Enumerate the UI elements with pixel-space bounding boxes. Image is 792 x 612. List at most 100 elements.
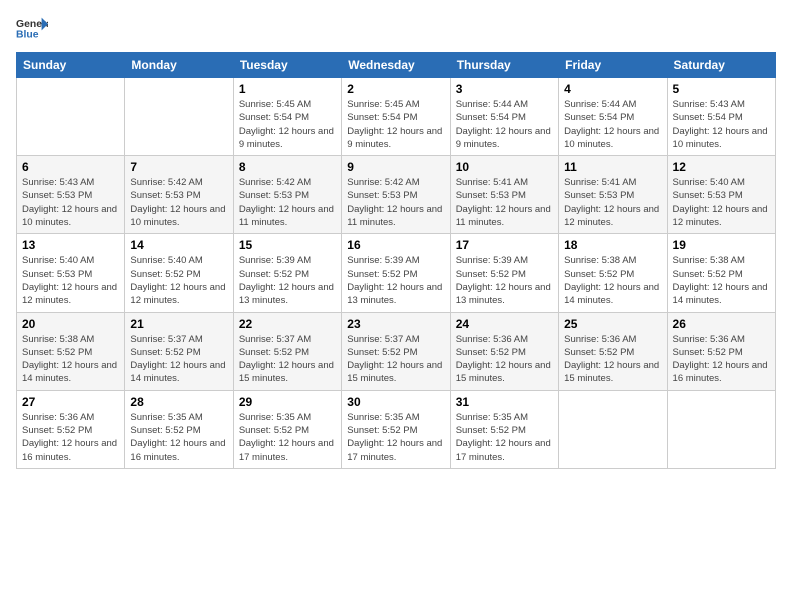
- day-info: Sunrise: 5:36 AM Sunset: 5:52 PM Dayligh…: [456, 333, 553, 386]
- day-info: Sunrise: 5:41 AM Sunset: 5:53 PM Dayligh…: [564, 176, 661, 229]
- day-number: 20: [22, 317, 119, 331]
- logo-icon: General Blue: [16, 16, 48, 44]
- day-info: Sunrise: 5:42 AM Sunset: 5:53 PM Dayligh…: [347, 176, 444, 229]
- day-number: 24: [456, 317, 553, 331]
- weekday-header-monday: Monday: [125, 53, 233, 78]
- day-number: 27: [22, 395, 119, 409]
- calendar-table: SundayMondayTuesdayWednesdayThursdayFrid…: [16, 52, 776, 469]
- day-number: 12: [673, 160, 770, 174]
- day-info: Sunrise: 5:40 AM Sunset: 5:53 PM Dayligh…: [22, 254, 119, 307]
- day-number: 31: [456, 395, 553, 409]
- day-number: 10: [456, 160, 553, 174]
- day-info: Sunrise: 5:37 AM Sunset: 5:52 PM Dayligh…: [239, 333, 336, 386]
- day-number: 17: [456, 238, 553, 252]
- day-number: 9: [347, 160, 444, 174]
- day-info: Sunrise: 5:38 AM Sunset: 5:52 PM Dayligh…: [673, 254, 770, 307]
- calendar-week-row: 13Sunrise: 5:40 AM Sunset: 5:53 PM Dayli…: [17, 234, 776, 312]
- svg-text:Blue: Blue: [16, 30, 39, 41]
- day-number: 30: [347, 395, 444, 409]
- weekday-header-sunday: Sunday: [17, 53, 125, 78]
- calendar-cell: 17 Sunrise: 5:39 AM Sunset: 5:52 PM Dayli…: [450, 234, 558, 312]
- day-info: Sunrise: 5:37 AM Sunset: 5:52 PM Dayligh…: [347, 333, 444, 386]
- day-info: Sunrise: 5:36 AM Sunset: 5:52 PM Dayligh…: [22, 411, 119, 464]
- calendar-cell: [667, 390, 775, 468]
- day-info: Sunrise: 5:42 AM Sunset: 5:53 PM Dayligh…: [239, 176, 336, 229]
- calendar-cell: 20 Sunrise: 5:38 AM Sunset: 5:52 PM Dayli…: [17, 312, 125, 390]
- calendar-week-row: 6 Sunrise: 5:43 AM Sunset: 5:53 PM Daylig…: [17, 156, 776, 234]
- weekday-header-tuesday: Tuesday: [233, 53, 341, 78]
- day-info: Sunrise: 5:36 AM Sunset: 5:52 PM Dayligh…: [673, 333, 770, 386]
- weekday-header-saturday: Saturday: [667, 53, 775, 78]
- weekday-header-friday: Friday: [559, 53, 667, 78]
- day-number: 23: [347, 317, 444, 331]
- calendar-cell: 25 Sunrise: 5:36 AM Sunset: 5:52 PM Dayli…: [559, 312, 667, 390]
- calendar-cell: 19 Sunrise: 5:38 AM Sunset: 5:52 PM Dayli…: [667, 234, 775, 312]
- calendar-cell: 18Sunrise: 5:38 AM Sunset: 5:52 PM Dayli…: [559, 234, 667, 312]
- calendar-week-row: 1 Sunrise: 5:45 AM Sunset: 5:54 PM Daylig…: [17, 78, 776, 156]
- calendar-cell: 10 Sunrise: 5:41 AM Sunset: 5:53 PM Dayli…: [450, 156, 558, 234]
- day-number: 22: [239, 317, 336, 331]
- calendar-cell: 14Sunrise: 5:40 AM Sunset: 5:52 PM Dayli…: [125, 234, 233, 312]
- calendar-cell: 29 Sunrise: 5:35 AM Sunset: 5:52 PM Dayli…: [233, 390, 341, 468]
- day-number: 8: [239, 160, 336, 174]
- day-info: Sunrise: 5:39 AM Sunset: 5:52 PM Dayligh…: [347, 254, 444, 307]
- day-number: 1: [239, 82, 336, 96]
- calendar-cell: 21Sunrise: 5:37 AM Sunset: 5:52 PM Dayli…: [125, 312, 233, 390]
- day-info: Sunrise: 5:35 AM Sunset: 5:52 PM Dayligh…: [347, 411, 444, 464]
- calendar-cell: 24 Sunrise: 5:36 AM Sunset: 5:52 PM Dayli…: [450, 312, 558, 390]
- day-info: Sunrise: 5:40 AM Sunset: 5:52 PM Dayligh…: [130, 254, 227, 307]
- day-number: 25: [564, 317, 661, 331]
- calendar-cell: 22 Sunrise: 5:37 AM Sunset: 5:52 PM Dayli…: [233, 312, 341, 390]
- day-number: 16: [347, 238, 444, 252]
- weekday-header-wednesday: Wednesday: [342, 53, 450, 78]
- calendar-cell: 13Sunrise: 5:40 AM Sunset: 5:53 PM Dayli…: [17, 234, 125, 312]
- calendar-cell: 3 Sunrise: 5:44 AM Sunset: 5:54 PM Daylig…: [450, 78, 558, 156]
- day-number: 29: [239, 395, 336, 409]
- calendar-cell: 30 Sunrise: 5:35 AM Sunset: 5:52 PM Dayli…: [342, 390, 450, 468]
- day-number: 3: [456, 82, 553, 96]
- day-number: 19: [673, 238, 770, 252]
- day-info: Sunrise: 5:36 AM Sunset: 5:52 PM Dayligh…: [564, 333, 661, 386]
- day-info: Sunrise: 5:38 AM Sunset: 5:52 PM Dayligh…: [564, 254, 661, 307]
- day-info: Sunrise: 5:45 AM Sunset: 5:54 PM Dayligh…: [347, 98, 444, 151]
- day-info: Sunrise: 5:41 AM Sunset: 5:53 PM Dayligh…: [456, 176, 553, 229]
- day-info: Sunrise: 5:43 AM Sunset: 5:53 PM Dayligh…: [22, 176, 119, 229]
- day-info: Sunrise: 5:44 AM Sunset: 5:54 PM Dayligh…: [564, 98, 661, 151]
- weekday-header-thursday: Thursday: [450, 53, 558, 78]
- calendar-cell: 16 Sunrise: 5:39 AM Sunset: 5:52 PM Dayli…: [342, 234, 450, 312]
- calendar-cell: 4 Sunrise: 5:44 AM Sunset: 5:54 PM Daylig…: [559, 78, 667, 156]
- calendar-cell: 28 Sunrise: 5:35 AM Sunset: 5:52 PM Dayli…: [125, 390, 233, 468]
- day-number: 15: [239, 238, 336, 252]
- day-info: Sunrise: 5:35 AM Sunset: 5:52 PM Dayligh…: [130, 411, 227, 464]
- day-info: Sunrise: 5:42 AM Sunset: 5:53 PM Dayligh…: [130, 176, 227, 229]
- calendar-cell: [17, 78, 125, 156]
- day-number: 28: [130, 395, 227, 409]
- calendar-cell: 2 Sunrise: 5:45 AM Sunset: 5:54 PM Daylig…: [342, 78, 450, 156]
- calendar-cell: 26Sunrise: 5:36 AM Sunset: 5:52 PM Dayli…: [667, 312, 775, 390]
- header: General Blue: [16, 16, 776, 44]
- calendar-cell: [559, 390, 667, 468]
- calendar-cell: 11Sunrise: 5:41 AM Sunset: 5:53 PM Dayli…: [559, 156, 667, 234]
- day-info: Sunrise: 5:45 AM Sunset: 5:54 PM Dayligh…: [239, 98, 336, 151]
- day-info: Sunrise: 5:39 AM Sunset: 5:52 PM Dayligh…: [239, 254, 336, 307]
- day-info: Sunrise: 5:44 AM Sunset: 5:54 PM Dayligh…: [456, 98, 553, 151]
- logo: General Blue: [16, 16, 48, 44]
- calendar-cell: 1 Sunrise: 5:45 AM Sunset: 5:54 PM Daylig…: [233, 78, 341, 156]
- weekday-header-row: SundayMondayTuesdayWednesdayThursdayFrid…: [17, 53, 776, 78]
- calendar-cell: [125, 78, 233, 156]
- day-info: Sunrise: 5:39 AM Sunset: 5:52 PM Dayligh…: [456, 254, 553, 307]
- day-number: 4: [564, 82, 661, 96]
- calendar-cell: 12 Sunrise: 5:40 AM Sunset: 5:53 PM Dayli…: [667, 156, 775, 234]
- day-info: Sunrise: 5:35 AM Sunset: 5:52 PM Dayligh…: [239, 411, 336, 464]
- day-info: Sunrise: 5:35 AM Sunset: 5:52 PM Dayligh…: [456, 411, 553, 464]
- day-info: Sunrise: 5:40 AM Sunset: 5:53 PM Dayligh…: [673, 176, 770, 229]
- calendar-cell: 23 Sunrise: 5:37 AM Sunset: 5:52 PM Dayli…: [342, 312, 450, 390]
- calendar-cell: 31 Sunrise: 5:35 AM Sunset: 5:52 PM Dayli…: [450, 390, 558, 468]
- calendar-cell: 7Sunrise: 5:42 AM Sunset: 5:53 PM Daylig…: [125, 156, 233, 234]
- calendar-cell: 8 Sunrise: 5:42 AM Sunset: 5:53 PM Daylig…: [233, 156, 341, 234]
- day-number: 2: [347, 82, 444, 96]
- day-info: Sunrise: 5:38 AM Sunset: 5:52 PM Dayligh…: [22, 333, 119, 386]
- calendar-cell: 27 Sunrise: 5:36 AM Sunset: 5:52 PM Dayli…: [17, 390, 125, 468]
- day-number: 6: [22, 160, 119, 174]
- day-number: 5: [673, 82, 770, 96]
